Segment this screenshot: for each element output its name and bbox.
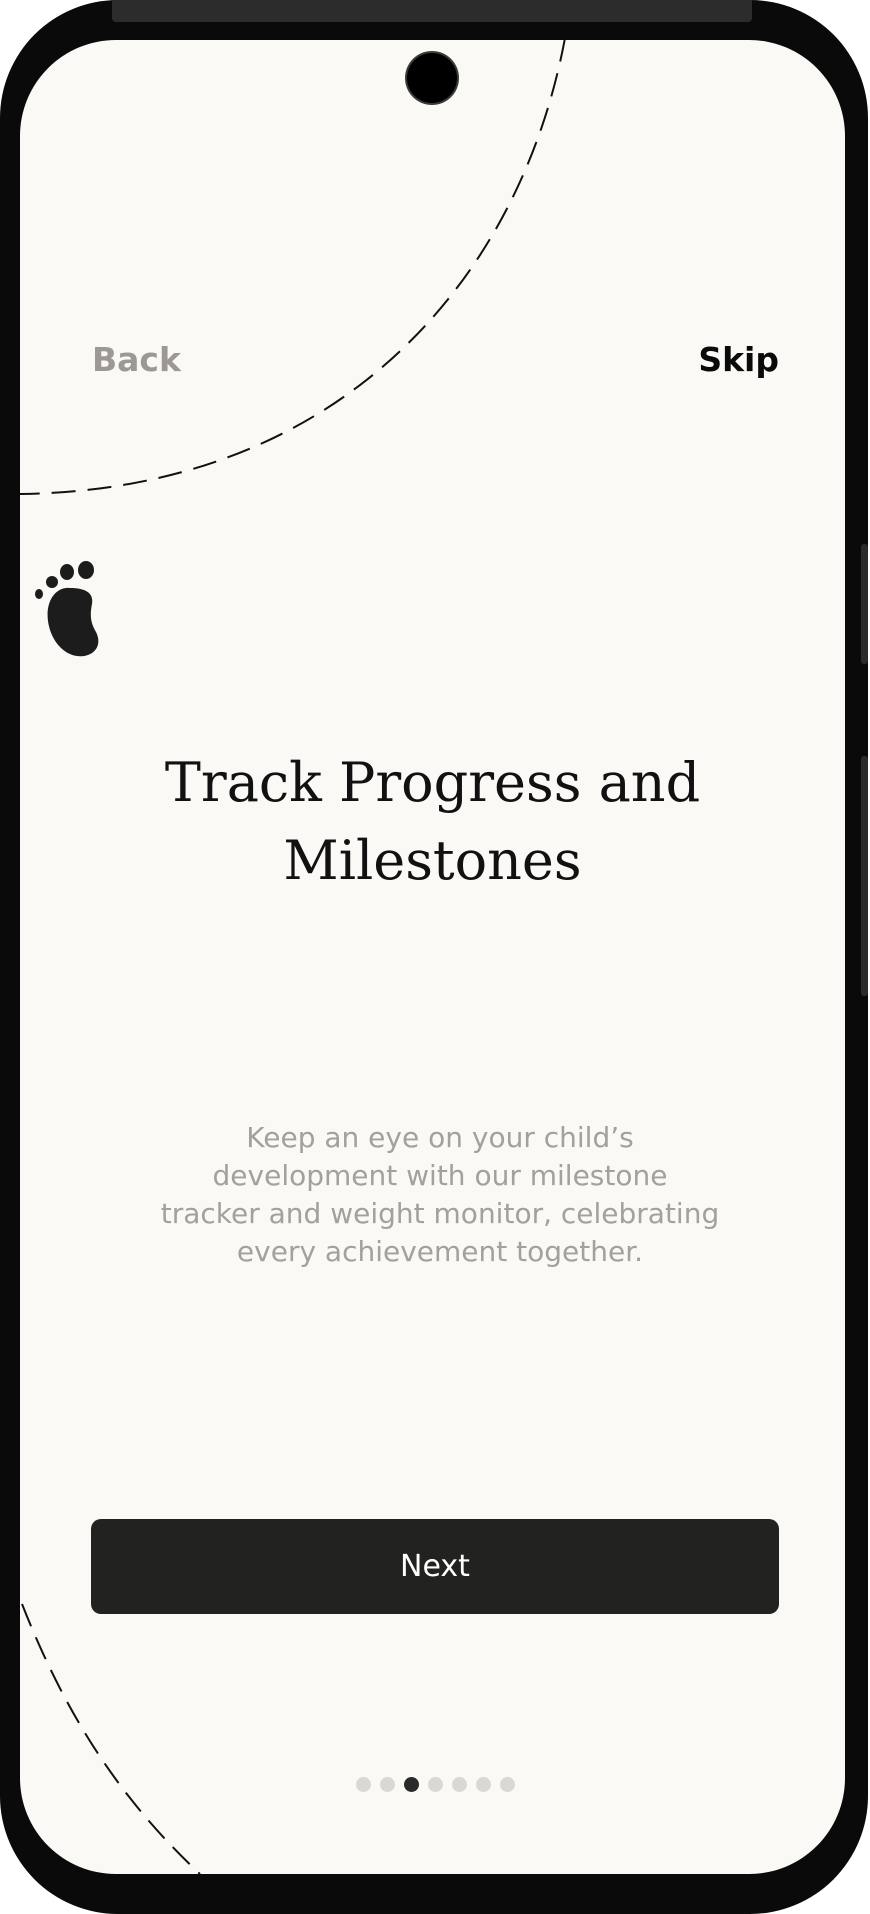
description-text: Keep an eye on your child’s development … <box>160 1121 720 1268</box>
page-title: Track Progress and Milestones <box>60 744 805 900</box>
page-dot[interactable] <box>500 1777 515 1792</box>
next-button[interactable]: Next <box>91 1519 779 1614</box>
phone-side-button <box>861 756 868 996</box>
title-line-1: Track Progress and <box>164 751 701 814</box>
footprint-icon <box>35 561 99 657</box>
phone-side-button <box>861 544 868 664</box>
front-camera <box>407 53 457 103</box>
skip-button[interactable]: Skip <box>698 340 779 379</box>
page-dot[interactable] <box>476 1777 491 1792</box>
page-dot[interactable] <box>380 1777 395 1792</box>
page-dot[interactable] <box>356 1777 371 1792</box>
page-dot[interactable] <box>428 1777 443 1792</box>
page-indicator <box>356 1777 515 1792</box>
phone-top-bar <box>112 0 752 22</box>
title-line-2: Milestones <box>283 829 582 892</box>
onboarding-screen: Back Skip Track Progress and Milestones … <box>20 40 845 1874</box>
page-dot-active[interactable] <box>404 1777 419 1792</box>
page-dot[interactable] <box>452 1777 467 1792</box>
phone-frame: Back Skip Track Progress and Milestones … <box>0 0 868 1914</box>
back-button[interactable]: Back <box>92 340 181 379</box>
